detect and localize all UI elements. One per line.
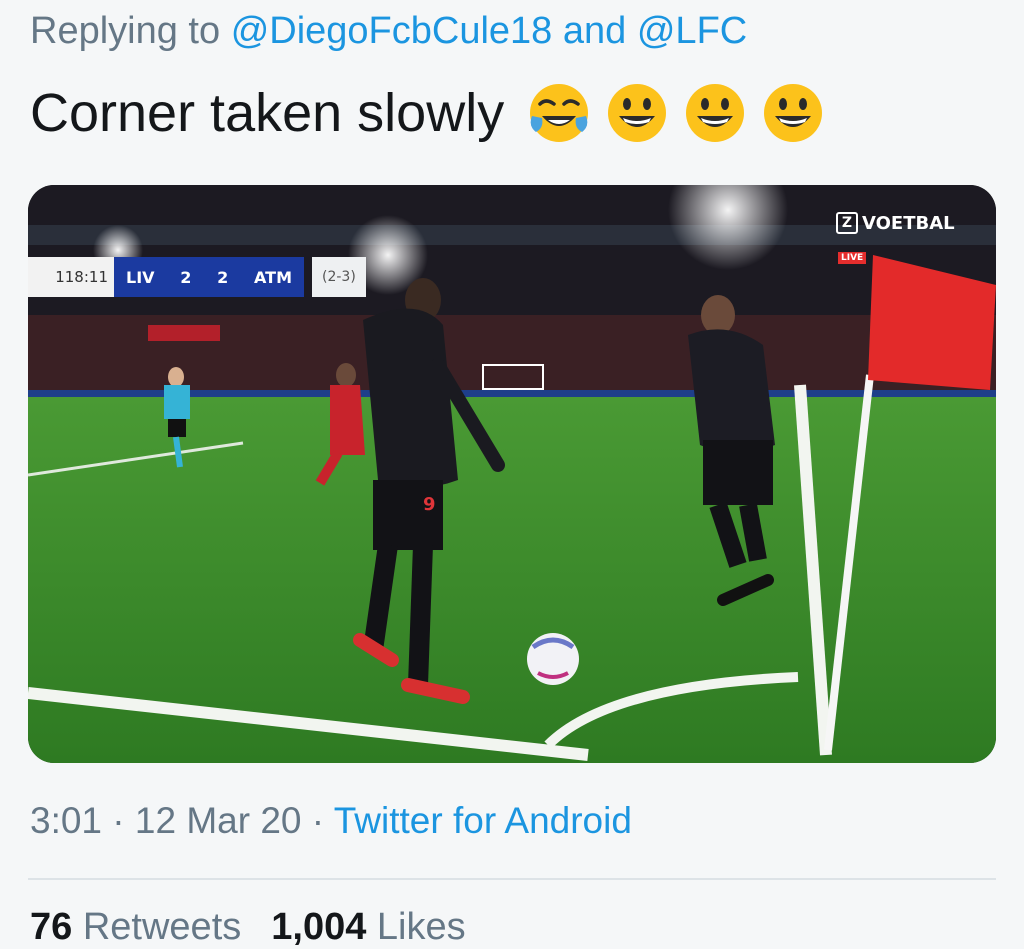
score-panel: LIV 2 2 ATM [114,257,304,297]
advertising-board-red [148,325,220,341]
meta-separator: · [112,800,125,841]
likes-stat[interactable]: 1,004 Likes [271,906,465,949]
replying-to-joiner: and [562,10,627,52]
match-clock: 118:11 [28,257,114,297]
retweets-count: 76 [30,906,73,948]
tweet-text: Corner taken slowly [30,80,826,146]
likes-count: 1,004 [271,906,367,948]
away-team: ATM [254,267,292,287]
football [527,633,579,685]
mention-link-lfc[interactable]: @LFC [637,10,747,52]
meta-separator: · [311,800,325,841]
emoji-row [526,80,826,146]
tweet-meta: 3:01 · 12 Mar 20 · Twitter for Android [30,800,632,842]
tweet-body: Corner taken slowly [30,83,505,143]
aggregate-score: (2-3) [312,257,366,297]
tweet-media-photo[interactable]: 9 118:11 LIV 2 2 ATM (2-3) Z VOETBAL LIV… [28,185,996,763]
face-with-tears-of-joy-icon [530,84,589,142]
away-score: 2 [217,267,229,287]
replying-to-line: Replying to @DiegoFcbCule18 and @LFC [30,10,747,53]
engagement-stats: 76 Retweets 1,004 Likes [30,906,466,949]
likes-label: Likes [376,906,466,948]
home-team: LIV [126,267,155,287]
broadcaster-logo-letter: Z [836,212,858,234]
mention-link-diego[interactable]: @DiegoFcbCule18 [231,10,553,52]
grinning-face-icon [764,84,823,142]
tv-scorebug: 118:11 LIV 2 2 ATM (2-3) [28,257,366,297]
tweet-source-link[interactable]: Twitter for Android [334,800,632,841]
broadcaster-name: VOETBAL [862,212,955,234]
home-score: 2 [180,267,192,287]
player-shirt-number: 9 [423,494,436,515]
tweet-time[interactable]: 3:01 [30,800,102,841]
retweets-stat[interactable]: 76 Retweets [30,906,241,949]
broadcaster-logo: Z VOETBAL [836,212,955,234]
retweets-label: Retweets [82,906,242,948]
grinning-face-icon [686,84,745,142]
replying-to-prefix: Replying to [30,10,221,52]
live-badge: LIVE [838,252,867,264]
grinning-face-icon [608,84,667,142]
divider [28,878,996,880]
tweet-date[interactable]: 12 Mar 20 [135,800,302,841]
